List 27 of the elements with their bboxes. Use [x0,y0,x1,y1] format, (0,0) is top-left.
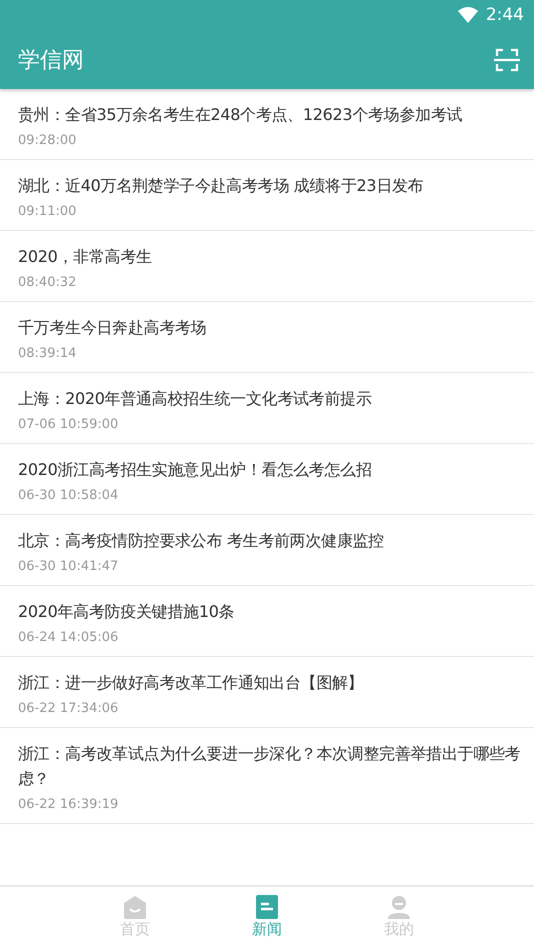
app-title: 学信网 [18,46,84,74]
news-title[interactable]: 2020年高考防疫关键措施10条 [18,599,522,624]
news-title[interactable]: 湖北：近40万名荆楚学子今赴高考考场 成绩将于23日发布 [18,173,522,198]
person-icon [387,895,411,919]
news-title[interactable]: 千万考生今日奔赴高考考场 [18,315,522,340]
news-title[interactable]: 2020，非常高考生 [18,244,522,269]
news-title[interactable]: 贵州：全省35万余名考生在248个考点、12623个考场参加考试 [18,102,522,127]
news-title[interactable]: 浙江：进一步做好高考改革工作通知出台【图解】 [18,670,522,695]
news-title[interactable]: 浙江：高考改革试点为什么要进一步深化？本次调整完善举措出于哪些考虑？ [18,741,522,791]
scan-icon[interactable] [494,48,520,72]
news-title[interactable]: 北京：高考疫情防控要求公布 考生考前两次健康监控 [18,528,522,553]
news-title[interactable]: 上海：2020年普通高校招生统一文化考试考前提示 [18,386,522,411]
news-time: 06-22 16:39:19 [18,797,118,812]
news-time: 09:28:00 [18,133,76,148]
document-icon [256,895,278,919]
news-title[interactable]: 2020浙江高考招生实施意见出炉！看怎么考怎么招 [18,457,522,482]
home-icon [123,895,147,919]
news-time: 06-30 10:41:47 [18,559,118,574]
news-time: 08:39:14 [18,346,76,361]
wifi-icon [458,7,478,23]
news-time: 08:40:32 [18,275,76,290]
news-time: 06-22 17:34:06 [18,701,118,716]
news-time: 06-30 10:58:04 [18,488,118,503]
news-time: 09:11:00 [18,204,76,219]
news-time: 06-24 14:05:06 [18,630,118,645]
news-time: 07-06 10:59:00 [18,417,118,432]
status-time: 2:44 [486,5,524,25]
